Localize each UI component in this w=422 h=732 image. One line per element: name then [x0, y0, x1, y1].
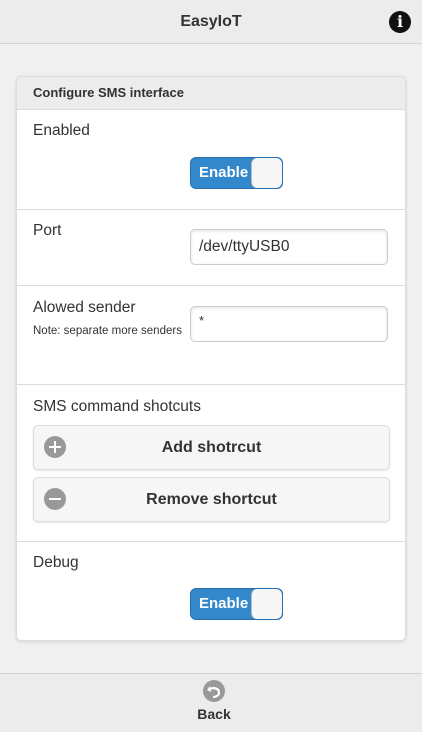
toggle-knob [251, 158, 282, 188]
plus-icon [44, 436, 66, 458]
debug-toggle-label: Enable [199, 595, 249, 612]
add-shortcut-label: Add shotrcut [161, 439, 262, 456]
card-title: Configure SMS interface [17, 77, 405, 110]
remove-shortcut-label: Remove shortcut [146, 491, 277, 508]
back-button[interactable]: Back [180, 680, 248, 728]
allowed-sender-input[interactable]: * [190, 306, 388, 342]
sms-config-card: Configure SMS interface Enabled Enable P… [16, 76, 406, 641]
shortcuts-section: SMS command shotcuts Add shotrcut Remove… [17, 385, 405, 542]
debug-toggle[interactable]: Enable [190, 588, 283, 620]
allowed-sender-note: Note: separate more senders [33, 325, 182, 337]
debug-section: Debug Enable [17, 542, 405, 640]
port-input[interactable]: /dev/ttyUSB0 [190, 229, 388, 265]
back-arrow-icon [203, 680, 225, 702]
port-label: Port [33, 222, 62, 239]
enabled-toggle-label: Enable [199, 164, 249, 181]
minus-icon [44, 488, 66, 510]
enabled-section: Enabled Enable [17, 110, 405, 210]
toggle-knob [251, 589, 282, 619]
app-header: EasyIoT i [0, 0, 422, 44]
allowed-sender-section: Alowed sender Note: separate more sender… [17, 286, 405, 385]
enabled-label: Enabled [33, 122, 90, 139]
shortcuts-label: SMS command shotcuts [33, 398, 201, 415]
info-icon[interactable]: i [389, 11, 411, 33]
port-section: Port /dev/ttyUSB0 [17, 210, 405, 286]
back-label: Back [197, 706, 231, 722]
add-shortcut-button[interactable]: Add shotrcut [33, 425, 390, 470]
debug-label: Debug [33, 554, 79, 571]
allowed-sender-label: Alowed sender [33, 299, 136, 316]
page-title: EasyIoT [180, 13, 242, 30]
enabled-toggle[interactable]: Enable [190, 157, 283, 189]
footer-toolbar: Back [0, 673, 422, 732]
remove-shortcut-button[interactable]: Remove shortcut [33, 477, 390, 522]
